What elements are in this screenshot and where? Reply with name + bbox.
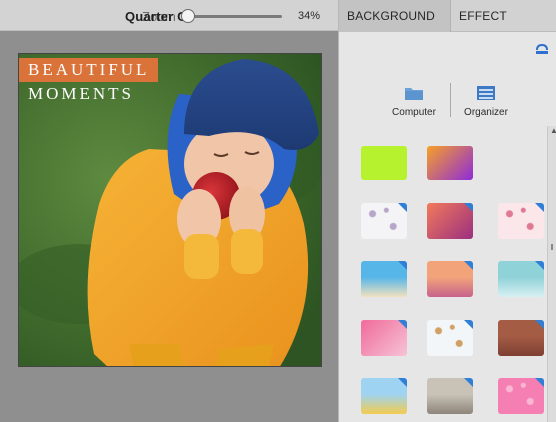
panel-tabs: BACKGROUND EFFECT bbox=[339, 0, 556, 32]
view-label: Quarter C bbox=[125, 9, 187, 24]
background-panel: BACKGROUND EFFECT Computer Organizer ▲ bbox=[338, 0, 556, 422]
zoom-toolbar: Zoom Quarter C 34% bbox=[0, 0, 338, 31]
zoom-slider-thumb[interactable] bbox=[181, 9, 195, 23]
selected-corner-marker bbox=[398, 261, 407, 270]
folder-icon bbox=[405, 88, 423, 100]
swatch-autumn-leaves[interactable] bbox=[427, 320, 473, 356]
swatch-city-blue[interactable] bbox=[498, 261, 544, 297]
selected-corner-marker bbox=[535, 320, 544, 329]
selected-corner-marker bbox=[398, 320, 407, 329]
swatch-floral-pattern[interactable] bbox=[361, 203, 407, 239]
computer-label: Computer bbox=[392, 107, 436, 118]
canvas-title-line-2: MOMENTS bbox=[28, 84, 135, 103]
selected-corner-marker bbox=[398, 378, 407, 387]
swatch-brick[interactable] bbox=[498, 320, 544, 356]
scroll-up-icon[interactable]: ▲ bbox=[550, 127, 556, 135]
swatch-hearts-pink[interactable] bbox=[498, 203, 544, 239]
background-swatch-grid bbox=[339, 138, 556, 422]
panel-scrollbar[interactable]: ▲ bbox=[547, 126, 556, 422]
organizer-icon bbox=[477, 86, 495, 100]
source-buttons: Computer Organizer bbox=[339, 80, 556, 124]
swatch-sunset[interactable] bbox=[427, 261, 473, 297]
swatch-pink-blur[interactable] bbox=[361, 320, 407, 356]
swatch-pink-orange-gradient[interactable] bbox=[427, 203, 473, 239]
selected-corner-marker bbox=[535, 378, 544, 387]
swatch-wood[interactable] bbox=[427, 378, 473, 414]
selected-corner-marker bbox=[535, 261, 544, 270]
organizer-label: Organizer bbox=[464, 107, 508, 118]
selected-corner-marker bbox=[535, 203, 544, 212]
swatch-toy-blocks[interactable] bbox=[361, 378, 407, 414]
tab-background[interactable]: BACKGROUND bbox=[339, 0, 451, 32]
selected-corner-marker bbox=[464, 378, 473, 387]
swatch-beach[interactable] bbox=[361, 261, 407, 297]
zoom-value: 34% bbox=[298, 10, 321, 22]
photo-canvas[interactable]: BEAUTIFUL MOMENTS bbox=[18, 53, 322, 367]
canvas-area: Zoom Quarter C 34% BEAUTIFUL MOMENTS bbox=[0, 0, 338, 422]
selected-corner-marker bbox=[464, 320, 473, 329]
zoom-slider-track[interactable] bbox=[182, 15, 282, 18]
selected-corner-marker bbox=[464, 203, 473, 212]
selected-corner-marker bbox=[398, 203, 407, 212]
swatch-hearts-fill[interactable] bbox=[498, 378, 544, 414]
tab-effect[interactable]: EFFECT bbox=[451, 0, 556, 32]
canvas-title-line-1: BEAUTIFUL bbox=[19, 58, 159, 82]
swatch-orange-purple-gradient[interactable] bbox=[427, 146, 473, 180]
scroll-grip[interactable] bbox=[551, 244, 553, 250]
swatch-lime[interactable] bbox=[361, 146, 407, 180]
reset-icon[interactable] bbox=[535, 43, 549, 55]
selected-corner-marker bbox=[464, 261, 473, 270]
